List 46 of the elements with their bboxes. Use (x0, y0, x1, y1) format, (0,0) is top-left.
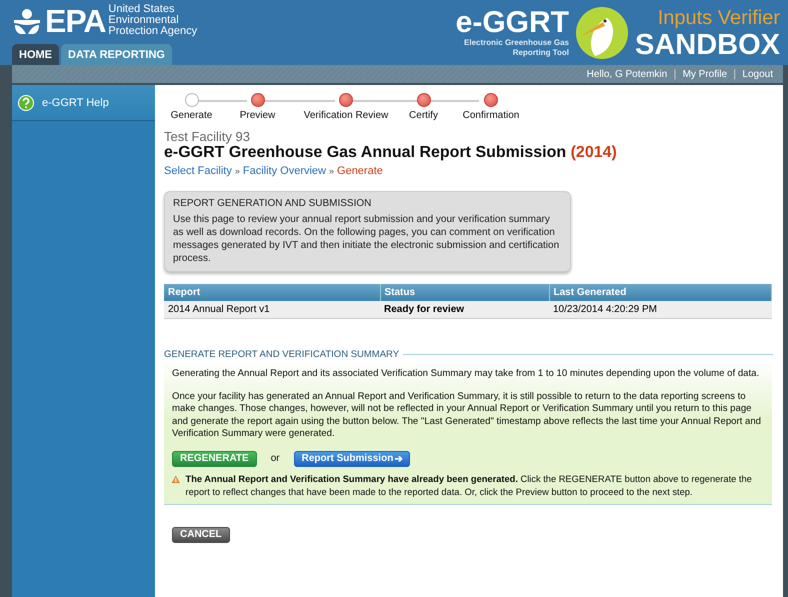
cancel-button[interactable]: CANCEL (172, 526, 230, 542)
or-text: or (270, 453, 280, 464)
bird-logo-icon (574, 6, 629, 60)
info-title: REPORT GENERATION AND SUBMISSION (173, 198, 372, 209)
breadcrumb-link[interactable]: Select Facility (164, 165, 232, 177)
section-title: GENERATE REPORT AND VERIFICATION SUMMARY (164, 349, 400, 360)
separator: | (673, 68, 677, 80)
paragraph: Generating the Annual Report and its associated Verification Summary may take from 1 to 10 minutes depending upon the volume of data. (172, 368, 760, 380)
info-text: Use this page to review your annual report submission and your verification summary as well as download records. On the following pages, you can comment on verification messages generated by IVT and then initiate the electronic submission and certification process. (173, 213, 560, 265)
column-header: Status (380, 284, 549, 301)
agency-logo: EPA (45, 6, 106, 36)
help-icon (18, 94, 34, 110)
app-logo: e-GGRT (456, 8, 569, 38)
greeting-label: Hello, G Potemkin (586, 68, 668, 80)
epa-flower-icon (12, 8, 42, 34)
warning-icon (172, 472, 180, 486)
breadcrumb-link[interactable]: Generate (337, 165, 383, 177)
nav-tab[interactable]: HOME (12, 44, 59, 65)
column-header: Report (164, 284, 380, 301)
user-link[interactable]: My Profile (682, 68, 728, 80)
regenerate-button[interactable]: REGENERATE (172, 450, 257, 466)
breadcrumb-separator: » (329, 166, 334, 176)
table-cell: Ready for review (380, 301, 549, 318)
confirmation-step[interactable]: Confirmation (462, 110, 520, 121)
breadcrumb-link[interactable]: Facility Overview (242, 165, 326, 177)
verification-review-step[interactable]: Verification Review (304, 110, 388, 121)
agency-name: United States Environmental Protection Agency (108, 4, 198, 37)
preview-step[interactable]: Preview (240, 110, 276, 121)
edition-label: Inputs Verifier (658, 6, 780, 30)
breadcrumb-separator: » (234, 166, 240, 176)
app-subtitle: Electronic Greenhouse Gas Reporting Tool (463, 38, 569, 58)
facility-name: Test Facility 93 (164, 129, 251, 144)
table-cell: 2014 Annual Report v1 (164, 301, 380, 318)
generate-step[interactable]: Generate (170, 110, 212, 121)
table-cell: 10/23/2014 4:20:29 PM (549, 301, 772, 318)
page-title: e-GGRT Greenhouse Gas Annual Report Submission (2014) (164, 144, 618, 162)
warning-text: The Annual Report and Verification Summary have already been generated. Click the REGENERATE button above to regenerate the report to reflect changes that have been made to the reported data. Or, click the Preview button to proceed to the next step. (186, 472, 753, 498)
paragraph: Once your facility has generated an Annual Report and Verification Summary, it is still possible to return to the data reporting screens to make changes. Those changes, however, will not be reflected in your Annual Report or Verification Summary until you return to this page and generate the report again using the button below. The "Last Generated" timestamp above reflects the last time your Annual Report and Verification Summary were generated. (172, 390, 762, 440)
report-submission-button[interactable]: Report Submission➔ (294, 450, 410, 466)
sidebar-item[interactable]: e-GGRT Help (12, 85, 155, 121)
certify-step[interactable]: Certify (409, 110, 438, 121)
nav-tab[interactable]: DATA REPORTING (61, 44, 172, 65)
separator: | (733, 68, 736, 80)
column-header: Last Generated (549, 284, 772, 301)
user-link[interactable]: Logout (742, 68, 773, 80)
sandbox-label: SANDBOX (634, 30, 780, 60)
